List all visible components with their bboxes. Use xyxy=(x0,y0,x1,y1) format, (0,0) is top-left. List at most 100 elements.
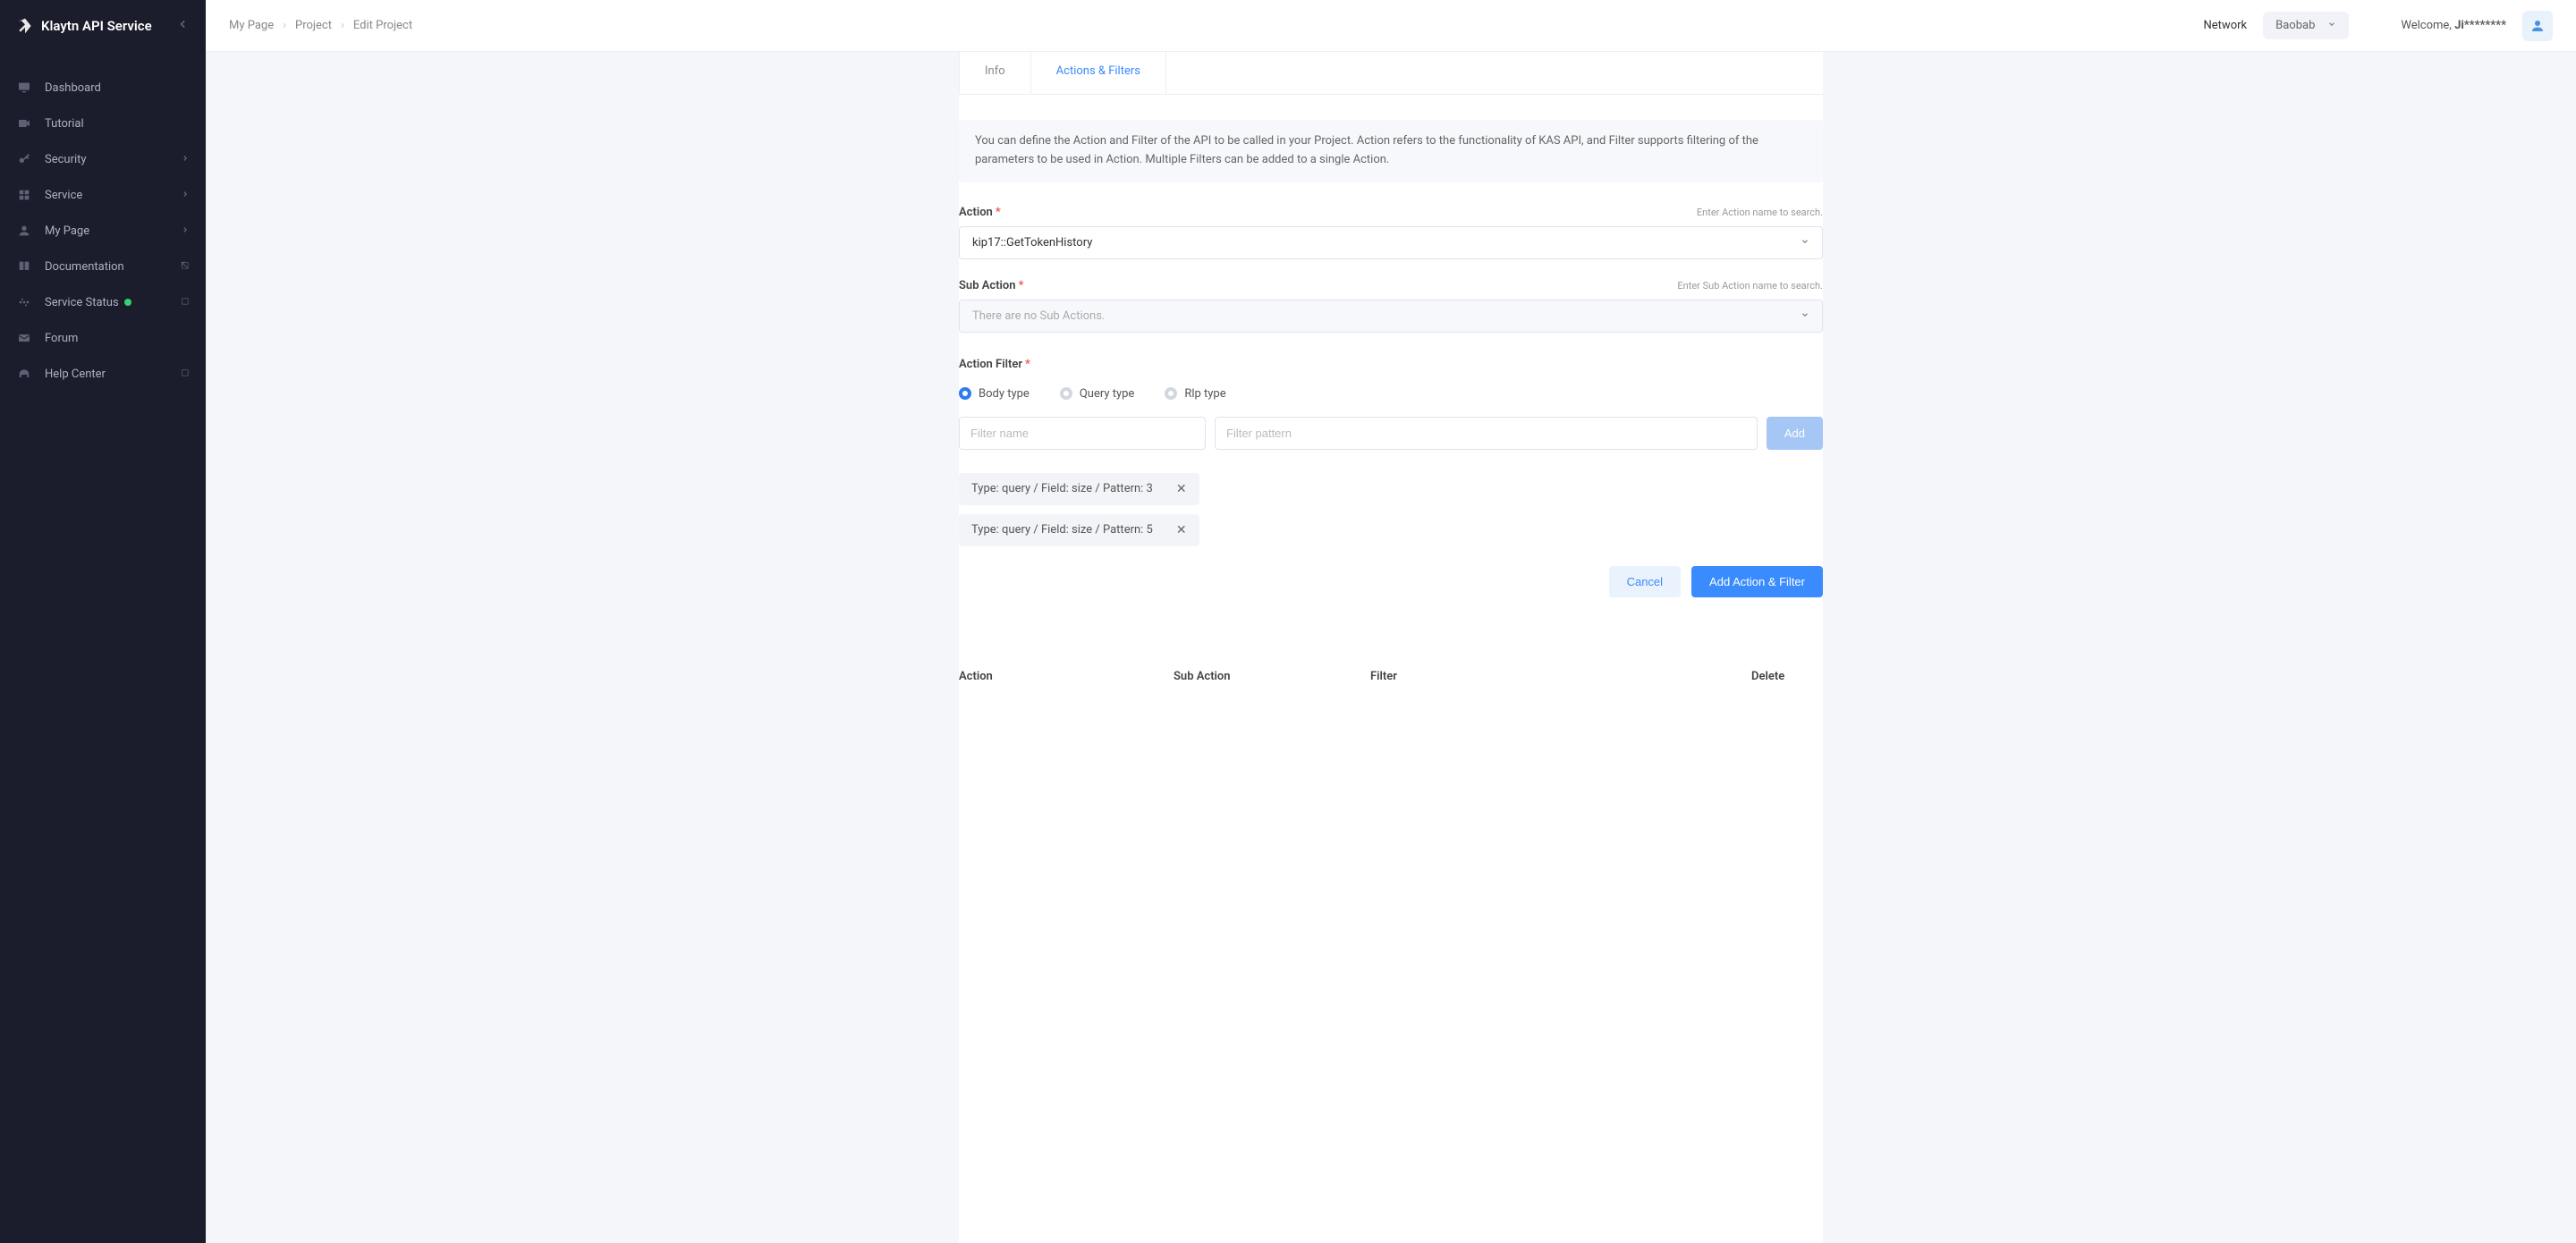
card: Info Actions & Filters You can define th… xyxy=(959,52,1823,1243)
external-link-icon xyxy=(180,260,190,273)
breadcrumb-item[interactable]: Project xyxy=(295,19,332,32)
sidebar-item-tutorial[interactable]: Tutorial xyxy=(0,106,206,141)
panel: You can define the Action and Filter of … xyxy=(959,95,1823,728)
welcome-text: Welcome, Ji******** xyxy=(2401,19,2506,32)
collapse-icon[interactable] xyxy=(177,18,190,34)
sidebar-item-label: Tutorial xyxy=(45,117,190,131)
filter-chip: Type: query / Field: size / Pattern: 5 ✕ xyxy=(959,514,1199,546)
sidebar-item-forum[interactable]: Forum xyxy=(0,320,206,356)
sidebar-item-mypage[interactable]: My Page xyxy=(0,213,206,249)
nav: Dashboard Tutorial Security Service My P… xyxy=(0,52,206,392)
filter-input-row: Add xyxy=(959,417,1823,450)
logo[interactable]: Klaytn API Service xyxy=(16,17,152,35)
chevron-right-icon xyxy=(181,189,190,202)
sidebar-item-label: Security xyxy=(45,153,181,166)
sidebar: Klaytn API Service Dashboard Tutorial Se… xyxy=(0,0,206,1243)
activity-icon xyxy=(16,294,32,310)
radio-unchecked-icon xyxy=(1060,387,1072,400)
action-filter-label: Action Filter* xyxy=(959,358,1823,371)
chip-text: Type: query / Field: size / Pattern: 3 xyxy=(971,482,1153,495)
breadcrumb-item[interactable]: My Page xyxy=(229,19,274,32)
tab-info[interactable]: Info xyxy=(959,52,1031,94)
radio-rlp-type[interactable]: Rlp type xyxy=(1165,387,1225,401)
add-action-filter-button[interactable]: Add Action & Filter xyxy=(1691,566,1823,597)
table-header: Action Sub Action Filter Delete xyxy=(959,660,1823,692)
sidebar-item-label: Help Center xyxy=(45,368,180,381)
action-hint: Enter Action name to search. xyxy=(1697,207,1823,218)
chevron-down-icon xyxy=(2327,20,2336,31)
sidebar-item-service[interactable]: Service xyxy=(0,177,206,213)
sidebar-item-helpcenter[interactable]: Help Center xyxy=(0,356,206,392)
chevron-down-icon xyxy=(1801,237,1809,249)
action-value: kip17::GetTokenHistory xyxy=(972,236,1801,249)
radio-label: Rlp type xyxy=(1184,387,1225,401)
user-icon xyxy=(16,223,32,239)
subaction-placeholder: There are no Sub Actions. xyxy=(972,309,1801,323)
th-filter: Filter xyxy=(1370,670,1751,683)
th-action: Action xyxy=(959,670,1174,683)
content: Info Actions & Filters You can define th… xyxy=(206,52,2576,1243)
subaction-select[interactable]: There are no Sub Actions. xyxy=(959,300,1823,333)
filter-type-radios: Body type Query type Rlp type xyxy=(959,387,1823,401)
external-link-icon xyxy=(180,368,190,380)
field-subaction: Sub Action* Enter Sub Action name to sea… xyxy=(959,279,1823,333)
sidebar-item-label: Dashboard xyxy=(45,81,190,95)
th-subaction: Sub Action xyxy=(1174,670,1370,683)
mail-icon xyxy=(16,330,32,346)
radio-body-type[interactable]: Body type xyxy=(959,387,1030,401)
th-delete: Delete xyxy=(1751,670,1823,683)
network-label: Network xyxy=(2204,19,2248,32)
subaction-hint: Enter Sub Action name to search. xyxy=(1677,280,1823,292)
sidebar-item-documentation[interactable]: Documentation xyxy=(0,249,206,284)
sidebar-item-servicestatus[interactable]: Service Status xyxy=(0,284,206,320)
cancel-button[interactable]: Cancel xyxy=(1609,566,1681,597)
book-icon xyxy=(16,258,32,275)
avatar-button[interactable] xyxy=(2522,11,2553,41)
main: My Page › Project › Edit Project Network… xyxy=(206,0,2576,1243)
network-select[interactable]: Baobab xyxy=(2263,12,2349,39)
sidebar-item-label: Forum xyxy=(45,332,190,345)
sidebar-item-dashboard[interactable]: Dashboard xyxy=(0,70,206,106)
filter-pattern-input[interactable] xyxy=(1215,417,1758,450)
sidebar-header: Klaytn API Service xyxy=(0,0,206,52)
breadcrumb-item: Edit Project xyxy=(353,19,412,32)
subaction-label: Sub Action* xyxy=(959,279,1023,292)
close-icon[interactable]: ✕ xyxy=(1176,523,1187,537)
add-filter-button[interactable]: Add xyxy=(1767,417,1823,450)
radio-query-type[interactable]: Query type xyxy=(1060,387,1135,401)
tabs: Info Actions & Filters xyxy=(959,52,1823,95)
filter-chip: Type: query / Field: size / Pattern: 3 ✕ xyxy=(959,473,1199,505)
video-icon xyxy=(16,115,32,131)
network-value: Baobab xyxy=(2275,19,2315,32)
sidebar-item-label: Service xyxy=(45,189,181,202)
topbar-right: Network Baobab Welcome, Ji******** xyxy=(2204,11,2554,41)
close-icon[interactable]: ✕ xyxy=(1176,482,1187,496)
breadcrumb: My Page › Project › Edit Project xyxy=(229,19,412,32)
filter-name-input[interactable] xyxy=(959,417,1206,450)
button-row: Cancel Add Action & Filter xyxy=(959,566,1823,597)
chevron-down-icon xyxy=(1801,310,1809,322)
sidebar-item-label: Service Status xyxy=(45,296,180,309)
grid-icon xyxy=(16,187,32,203)
chevron-right-icon: › xyxy=(341,19,344,32)
chevron-right-icon xyxy=(181,153,190,166)
action-label: Action* xyxy=(959,206,1001,219)
sidebar-item-label: Documentation xyxy=(45,260,180,274)
user-icon xyxy=(2529,18,2546,34)
info-note: You can define the Action and Filter of … xyxy=(959,120,1823,182)
logo-icon xyxy=(16,17,34,35)
radio-unchecked-icon xyxy=(1165,387,1177,400)
tab-actions-filters[interactable]: Actions & Filters xyxy=(1031,52,1166,94)
field-action: Action* Enter Action name to search. kip… xyxy=(959,206,1823,259)
chevron-right-icon: › xyxy=(283,19,286,32)
key-icon xyxy=(16,151,32,167)
radio-label: Query type xyxy=(1080,387,1135,401)
brand-text: Klaytn API Service xyxy=(41,18,152,34)
sidebar-item-security[interactable]: Security xyxy=(0,141,206,177)
external-link-icon xyxy=(180,296,190,309)
action-select[interactable]: kip17::GetTokenHistory xyxy=(959,226,1823,259)
headphones-icon xyxy=(16,366,32,382)
topbar: My Page › Project › Edit Project Network… xyxy=(206,0,2576,52)
filter-chips: Type: query / Field: size / Pattern: 3 ✕… xyxy=(959,473,1823,546)
chevron-right-icon xyxy=(181,224,190,238)
